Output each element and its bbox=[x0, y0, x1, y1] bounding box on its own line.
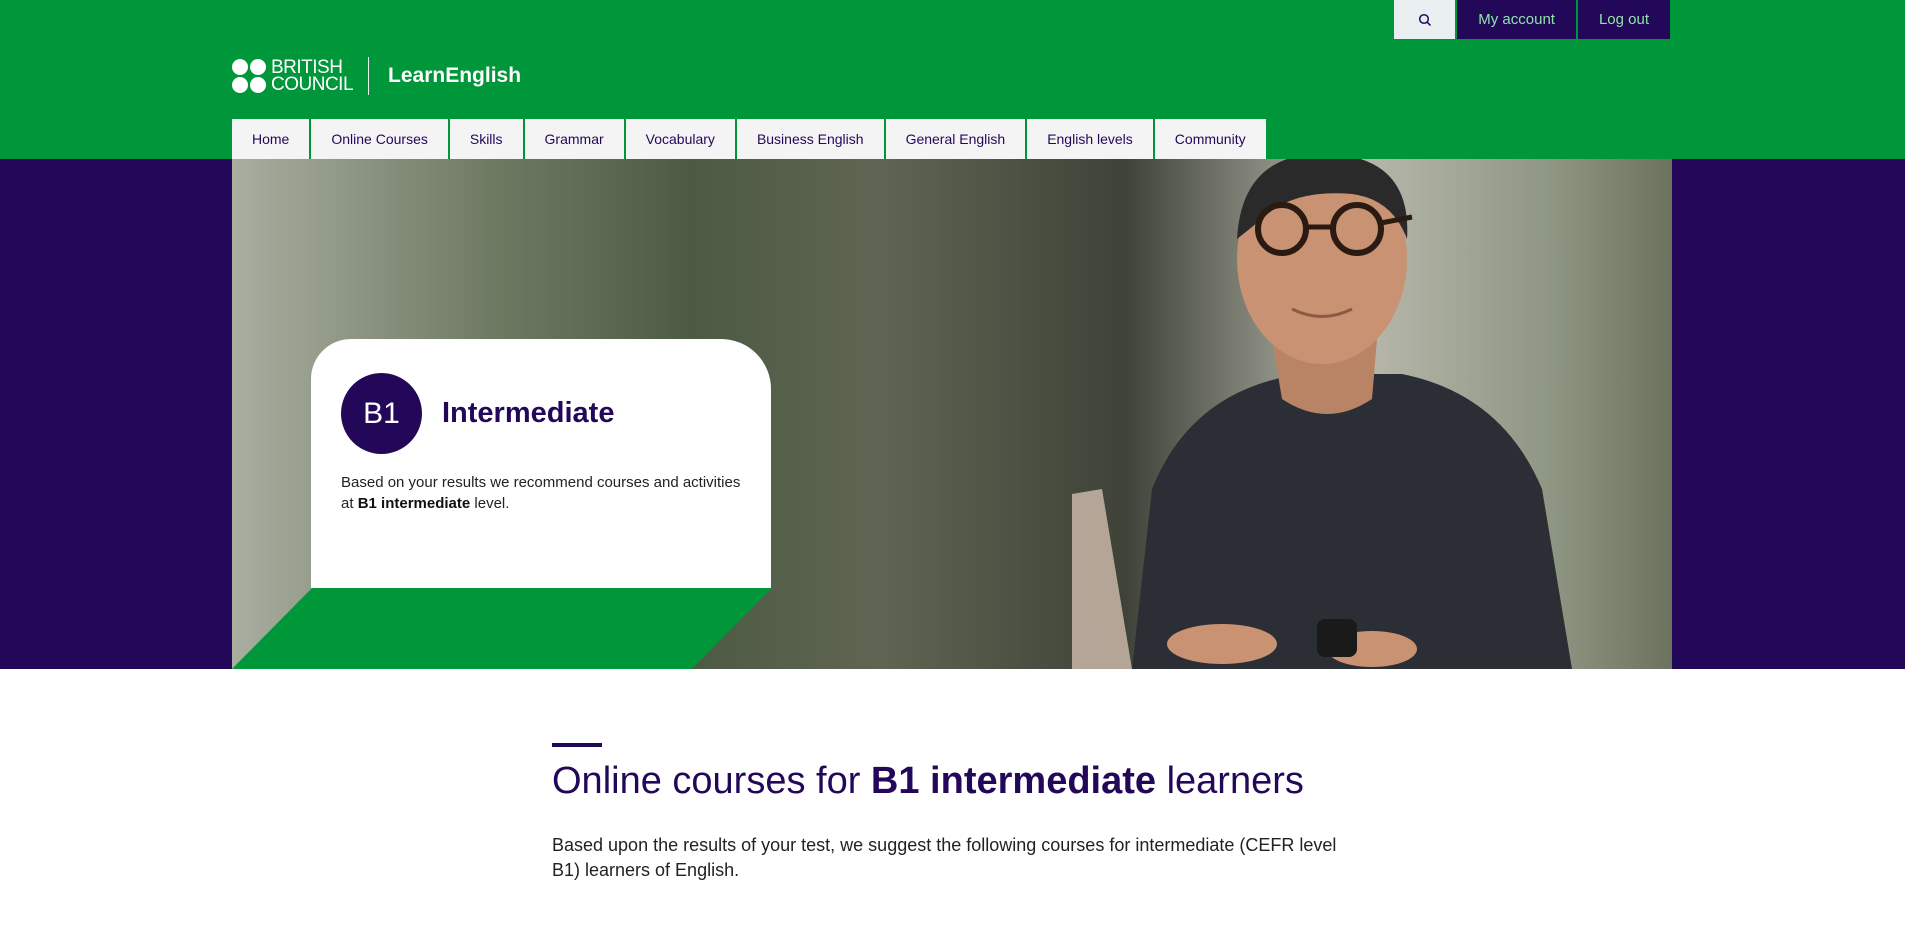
nav-item-vocabulary[interactable]: Vocabulary bbox=[625, 119, 735, 159]
british-council-wordmark: BRITISH COUNCIL bbox=[271, 57, 354, 95]
level-badge: B1 bbox=[341, 373, 422, 454]
nav-item-english-levels[interactable]: English levels bbox=[1027, 119, 1153, 159]
intro-paragraph: Based upon the results of your test, we … bbox=[552, 835, 1337, 880]
log-out-link[interactable]: Log out bbox=[1577, 0, 1670, 39]
hero-banner: B1 Intermediate Based on your results we… bbox=[0, 159, 1905, 669]
british-council-logo-mark bbox=[232, 59, 266, 93]
brand-logo[interactable]: BRITISH COUNCIL LearnEnglish bbox=[232, 57, 521, 95]
site-header: My account Log out BRITISH COUNCIL Learn… bbox=[0, 0, 1905, 159]
logo-divider bbox=[368, 57, 370, 95]
level-card: B1 Intermediate Based on your results we… bbox=[311, 339, 771, 588]
nav-item-business-english[interactable]: Business English bbox=[736, 119, 884, 159]
nav-item-community[interactable]: Community bbox=[1154, 119, 1266, 159]
level-description: Based on your results we recommend cours… bbox=[341, 474, 741, 512]
title-rule bbox=[552, 743, 602, 747]
search-icon bbox=[1418, 13, 1431, 26]
product-name: LearnEnglish bbox=[388, 64, 522, 87]
my-account-link[interactable]: My account bbox=[1457, 0, 1576, 39]
nav-item-general-english[interactable]: General English bbox=[885, 119, 1026, 159]
level-title: Intermediate bbox=[442, 397, 615, 429]
utility-bar: My account Log out bbox=[1394, 0, 1670, 39]
hero-person-illustration bbox=[1072, 159, 1572, 669]
main-nav: Home Online Courses Skills Grammar Vocab… bbox=[232, 119, 1268, 159]
nav-item-grammar[interactable]: Grammar bbox=[524, 119, 624, 159]
search-button[interactable] bbox=[1394, 0, 1456, 39]
hero-green-accent bbox=[232, 588, 772, 669]
nav-item-home[interactable]: Home bbox=[232, 119, 310, 159]
nav-item-online-courses[interactable]: Online Courses bbox=[311, 119, 448, 159]
page-title: Online courses for B1 intermediate learn… bbox=[552, 760, 1304, 802]
nav-item-skills[interactable]: Skills bbox=[449, 119, 523, 159]
